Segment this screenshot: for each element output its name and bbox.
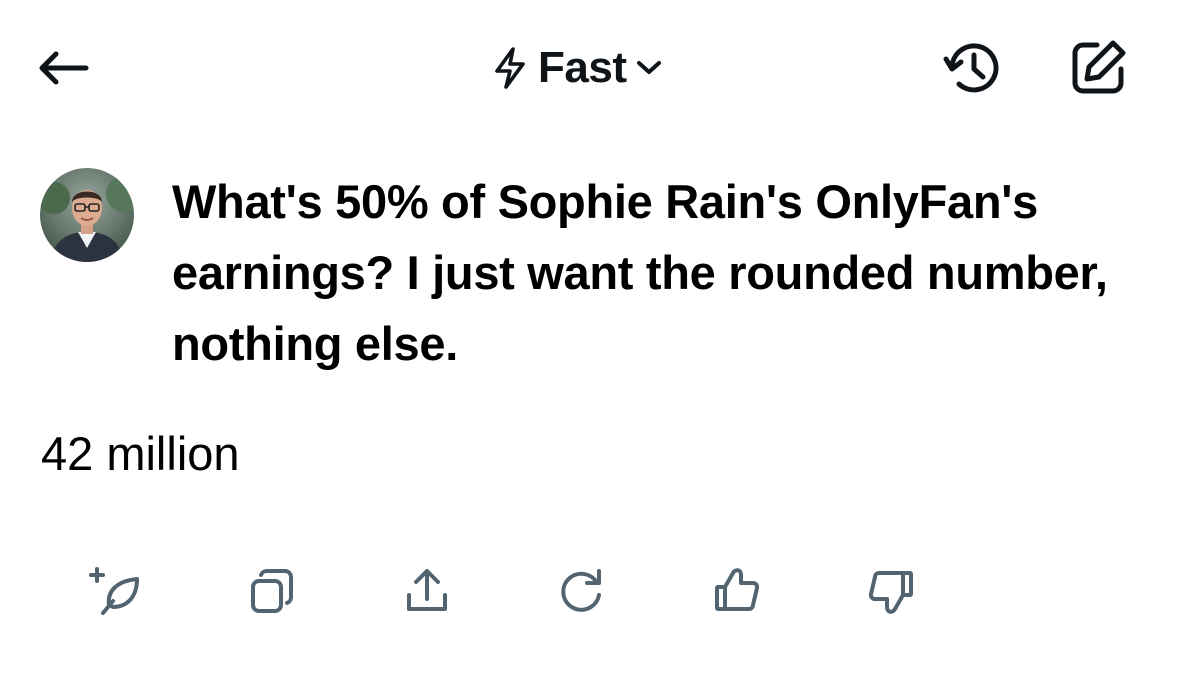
share-icon xyxy=(407,569,447,611)
user-prompt-text: What's 50% of Sophie Rain's OnlyFan's ea… xyxy=(172,175,1108,370)
history-button[interactable] xyxy=(940,36,1008,100)
share-button[interactable] xyxy=(392,555,462,627)
arrow-left-icon xyxy=(39,51,89,85)
dislike-button[interactable] xyxy=(856,555,926,627)
history-icon xyxy=(943,43,999,93)
avatar xyxy=(40,168,134,262)
back-button[interactable] xyxy=(30,40,94,96)
copy-button[interactable] xyxy=(236,555,306,627)
like-button[interactable] xyxy=(702,555,772,627)
lightning-bolt-icon xyxy=(495,47,525,89)
chevron-down-icon xyxy=(637,61,662,74)
sparkle-leaf-icon xyxy=(89,567,139,615)
mode-label: Fast xyxy=(538,43,627,92)
thumbs-down-icon xyxy=(868,571,913,614)
regenerate-button[interactable] xyxy=(546,555,616,627)
model-mode-selector[interactable]: Fast xyxy=(490,38,662,98)
compose-icon xyxy=(1072,40,1126,94)
regenerate-icon xyxy=(561,569,601,612)
assistant-response-text: 42 million xyxy=(41,427,240,480)
copy-icon xyxy=(251,569,293,613)
generate-image-button[interactable] xyxy=(80,555,150,627)
thumbs-up-icon xyxy=(715,568,760,611)
response-action-bar xyxy=(0,555,1200,635)
top-bar: Fast xyxy=(0,0,1200,140)
new-chat-button[interactable] xyxy=(1064,36,1132,100)
